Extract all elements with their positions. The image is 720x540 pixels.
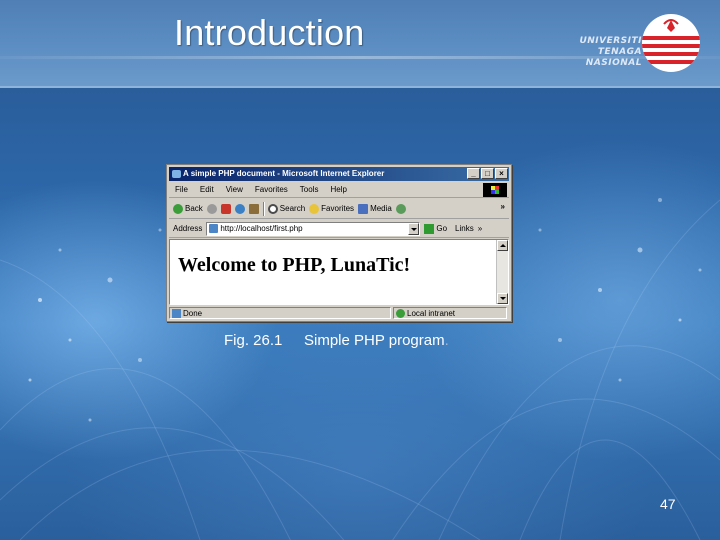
slide: Introduction UNIVERSITI TENAGA NASIONAL … [0,0,720,540]
browser-titlebar: A simple PHP document - Microsoft Intern… [169,167,509,181]
history-icon [395,203,406,214]
browser-statusbar: Done Local intranet [169,306,509,320]
browser-toolbar: Back Search Favorites Media » [169,199,509,219]
browser-window-title: A simple PHP document - Microsoft Intern… [183,169,385,178]
caption-figure-number: Fig. 26.1 [224,332,283,349]
history-button[interactable] [395,203,406,214]
logo-text-line1: UNIVERSITI [579,36,642,46]
close-button[interactable]: × [495,168,508,179]
logo-emblem-icon [642,14,700,72]
go-button[interactable]: Go [424,223,448,234]
ie-throbber-icon [483,183,507,197]
vertical-scrollbar[interactable] [496,240,508,304]
menu-view[interactable]: View [220,185,249,194]
university-logo: UNIVERSITI TENAGA NASIONAL [570,8,710,80]
back-button[interactable]: Back [173,203,203,214]
scroll-down-icon[interactable] [497,293,508,304]
address-dropdown-icon[interactable] [408,222,420,235]
scroll-up-icon[interactable] [497,240,508,251]
address-label: Address [173,224,203,233]
browser-menubar: File Edit View Favorites Tools Help [169,182,509,198]
address-input[interactable]: http://localhost/first.php [206,221,421,236]
page-number: 47 [660,496,676,512]
minimize-button[interactable]: _ [467,168,480,179]
slide-title: Introduction [174,12,365,53]
media-label: Media [370,204,392,213]
links-overflow-chevron[interactable]: » [478,224,482,233]
browser-content: Welcome to PHP, LunaTic! [169,239,509,305]
maximize-button[interactable]: □ [481,168,494,179]
toolbar-overflow-chevron[interactable]: » [501,202,505,211]
intranet-globe-icon [396,308,405,318]
favorites-button[interactable]: Favorites [309,203,355,214]
menu-help[interactable]: Help [324,185,352,194]
page-icon [209,224,219,233]
forward-arrow-icon [206,203,217,214]
caption-text-wrap: Simple PHP program. [304,332,449,349]
logo-text-line3: NASIONAL [585,58,642,68]
search-button[interactable]: Search [267,203,306,214]
menu-edit[interactable]: Edit [194,185,220,194]
favorites-star-icon [309,203,320,214]
window-controls: _ □ × [467,168,508,180]
address-value: http://localhost/first.php [220,224,303,233]
stop-button[interactable] [220,203,231,214]
refresh-button[interactable] [234,203,245,214]
menu-tools[interactable]: Tools [294,185,325,194]
logo-text-line2: TENAGA [597,47,642,57]
media-button[interactable]: Media [358,203,392,214]
ie-app-icon [172,170,181,178]
go-arrow-icon [424,223,435,234]
go-label: Go [436,224,448,233]
search-icon [267,203,278,214]
menu-file[interactable]: File [169,185,194,194]
status-text: Done [183,308,203,318]
browser-addressbar: Address http://localhost/first.php Go Li… [169,220,509,238]
back-label: Back [185,204,203,213]
caption-text: Simple PHP program [304,332,445,349]
caption-period: . [444,332,449,349]
favorites-label: Favorites [321,204,355,213]
search-label: Search [279,204,306,213]
refresh-icon [234,203,245,214]
links-button[interactable]: Links [455,224,474,233]
media-icon [358,203,369,214]
forward-button[interactable] [206,203,217,214]
back-arrow-icon [173,203,183,214]
done-page-icon [172,308,181,318]
toolbar-separator [262,201,264,216]
home-button[interactable] [248,203,259,214]
home-icon [248,203,259,214]
zone-text: Local intranet [407,308,456,318]
status-pane: Done [169,307,391,319]
zone-pane: Local intranet [393,307,507,319]
browser-window-screenshot: A simple PHP document - Microsoft Intern… [166,164,512,322]
menu-favorites[interactable]: Favorites [249,185,294,194]
stop-icon [220,203,231,214]
page-heading: Welcome to PHP, LunaTic! [178,254,411,276]
